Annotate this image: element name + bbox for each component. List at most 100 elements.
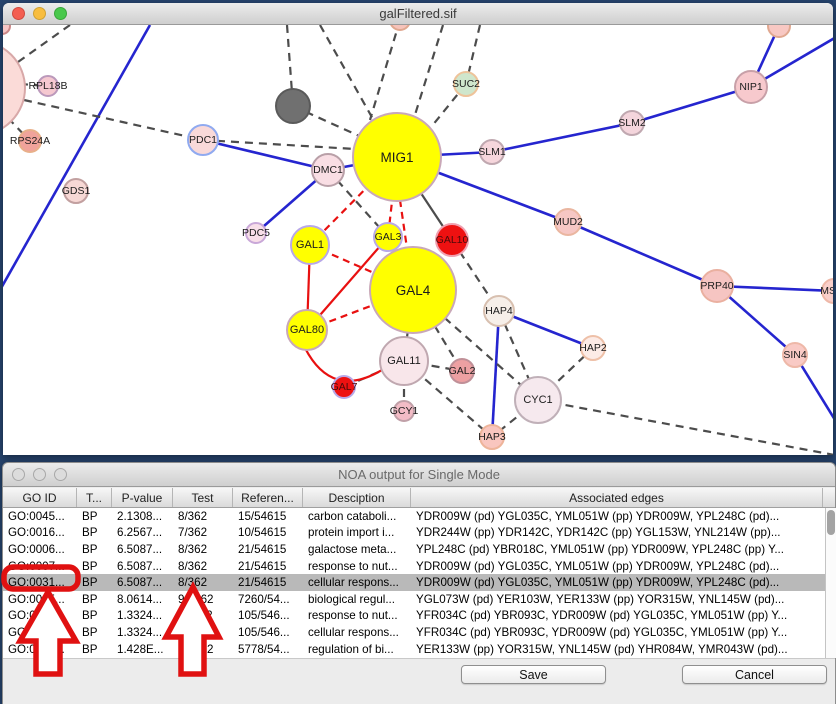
node-label: GDS1 <box>62 185 91 197</box>
column-header-test[interactable]: Test <box>173 488 233 507</box>
button-bar: Save Cancel <box>3 658 835 704</box>
table-cell: 105/546... <box>233 609 303 622</box>
network-node-gal4[interactable]: GAL4 <box>369 246 457 334</box>
network-node-gal2[interactable]: GAL2 <box>449 358 475 384</box>
column-header-t-[interactable]: T... <box>77 488 112 507</box>
table-row[interactable]: GO:0045...BP2.1308...8/36215/54615carbon… <box>3 508 825 525</box>
node-label: SLM1 <box>478 146 505 158</box>
table-cell: biological regul... <box>303 593 411 606</box>
table-cell: YDR009W (pd) YGL035C, YML051W (pp) YDR00… <box>411 560 823 573</box>
table-cell: 7260/54... <box>233 593 303 606</box>
column-header-associated-edges[interactable]: Associated edges <box>411 488 823 507</box>
table-cell: YFR034C (pd) YBR093C, YDR009W (pd) YGL03… <box>411 609 823 622</box>
table-row[interactable]: GO:0031...BP6.5087...8/36221/54615cellul… <box>3 574 825 591</box>
network-node-nip1[interactable]: NIP1 <box>734 70 768 104</box>
node-label: GCY1 <box>390 405 419 417</box>
table-cell: GO:0031... <box>3 609 77 622</box>
table-row[interactable]: GO:0031...BP1.3324...11/362105/546...res… <box>3 608 825 625</box>
table-cell: YDR244W (pp) YDR142C, YDR142C (pp) YGL15… <box>411 526 823 539</box>
network-node-hap4[interactable]: HAP4 <box>483 295 515 327</box>
network-node-suc2[interactable]: SUC2 <box>453 71 479 97</box>
table-cell: 8/362 <box>173 510 233 523</box>
table-row[interactable]: GO:0006...BP6.5087...8/36221/54615galact… <box>3 541 825 558</box>
network-node-pdc1[interactable]: PDC1 <box>187 124 219 156</box>
table-row[interactable]: GO:0016...BP6.2567...7/36210/54615protei… <box>3 525 825 542</box>
network-node-rps24a[interactable]: RPS24A <box>18 129 42 153</box>
network-node-slm2[interactable]: SLM2 <box>619 110 645 136</box>
table-cell: 21/54615 <box>233 543 303 556</box>
table-cell: 105/546... <box>233 626 303 639</box>
network-edge[interactable] <box>370 25 400 120</box>
minimize-button[interactable] <box>33 7 46 20</box>
column-header-go-id[interactable]: GO ID <box>3 488 77 507</box>
network-edge[interactable] <box>3 25 150 290</box>
network-edge[interactable] <box>538 400 833 455</box>
network-edge[interactable] <box>492 123 632 152</box>
network-node-gal1[interactable]: GAL1 <box>290 225 330 265</box>
network-edge[interactable] <box>632 87 751 123</box>
network-node-gal7[interactable]: GAL7 <box>332 375 356 399</box>
table-cell: 1.428E... <box>112 643 173 656</box>
noa-window-titlebar[interactable]: NOA output for Single Mode <box>3 463 835 487</box>
network-node-pdc5[interactable]: PDC5 <box>245 222 267 244</box>
table-cell: BP <box>77 593 112 606</box>
column-header-referen-[interactable]: Referen... <box>233 488 303 507</box>
table-cell: 11/362 <box>173 626 233 639</box>
zoom-button[interactable] <box>54 7 67 20</box>
node-label: HAP2 <box>579 342 606 354</box>
network-node-unlabeled-gray[interactable] <box>275 88 311 124</box>
network-node-prp40[interactable]: PRP40 <box>700 269 734 303</box>
column-header-p-value[interactable]: P-value <box>112 488 173 507</box>
table-cell: YER133W (pp) YOR315W, YNL145W (pd) YHR08… <box>411 643 823 656</box>
save-button[interactable]: Save <box>461 665 606 684</box>
network-node-sin4[interactable]: SIN4 <box>782 342 808 368</box>
node-label: GAL7 <box>331 381 358 393</box>
table-cell: 6.2567... <box>112 526 173 539</box>
column-header-spacer <box>823 488 835 507</box>
table-row[interactable]: GO:0007...BP6.5087...8/36221/54615respon… <box>3 558 825 575</box>
minimize-button[interactable] <box>33 468 46 481</box>
table-row[interactable]: GO:0050...BP1.428E...80/3625778/54...reg… <box>3 641 825 658</box>
table-row[interactable]: GO:0031...BP1.3324...11/362105/546...cel… <box>3 624 825 641</box>
close-button[interactable] <box>12 468 25 481</box>
network-node-gal11[interactable]: GAL11 <box>379 336 429 386</box>
table-cell: cellular respons... <box>303 576 411 589</box>
network-canvas[interactable]: RPL18B RPS24A GDS1 PDC1 DMC1 SUC2 SLM1 SLM2 NIP1… <box>3 25 833 455</box>
column-header-desciption[interactable]: Desciption <box>303 488 411 507</box>
table-cell: BP <box>77 543 112 556</box>
network-node-gal10[interactable]: GAL10 <box>435 223 469 257</box>
network-edge[interactable] <box>492 311 499 437</box>
network-edge[interactable] <box>717 286 833 291</box>
node-label: HAP3 <box>478 431 505 443</box>
table-row[interactable]: GO:0065...BP8.0614...94/3627260/54...bio… <box>3 591 825 608</box>
table-cell: cellular respons... <box>303 626 411 639</box>
network-node-gal80[interactable]: GAL80 <box>286 309 328 351</box>
scrollbar-thumb[interactable] <box>827 510 835 535</box>
network-node-mud2[interactable]: MUD2 <box>554 208 582 236</box>
cancel-button[interactable]: Cancel <box>682 665 827 684</box>
network-edge[interactable] <box>414 25 443 118</box>
network-edge[interactable] <box>320 25 378 128</box>
node-label: GAL3 <box>375 231 402 243</box>
network-node-hap3[interactable]: HAP3 <box>479 424 505 450</box>
network-edge[interactable] <box>568 222 717 286</box>
network-node-gcy1[interactable]: GCY1 <box>393 400 415 422</box>
network-node-cyc1[interactable]: CYC1 <box>514 376 562 424</box>
network-node-hap2[interactable]: HAP2 <box>580 335 606 361</box>
table-cell: 2.1308... <box>112 510 173 523</box>
table-cell: 7/362 <box>173 526 233 539</box>
network-node-rpl18b[interactable]: RPL18B <box>37 75 59 97</box>
network-edge[interactable] <box>18 25 70 62</box>
zoom-button[interactable] <box>54 468 67 481</box>
table-cell: galactose meta... <box>303 543 411 556</box>
close-button[interactable] <box>12 7 25 20</box>
network-window-titlebar[interactable]: galFiltered.sif <box>3 3 833 25</box>
network-node-slm1[interactable]: SLM1 <box>479 139 505 165</box>
network-node-dmc1[interactable]: DMC1 <box>311 153 345 187</box>
network-node-mig1[interactable]: MIG1 <box>352 112 442 202</box>
table-scrollbar[interactable] <box>825 508 836 658</box>
network-node-gds1[interactable]: GDS1 <box>63 178 89 204</box>
table-cell: GO:0016... <box>3 526 77 539</box>
noa-window-title: NOA output for Single Mode <box>338 467 500 482</box>
network-edge[interactable] <box>24 100 203 140</box>
